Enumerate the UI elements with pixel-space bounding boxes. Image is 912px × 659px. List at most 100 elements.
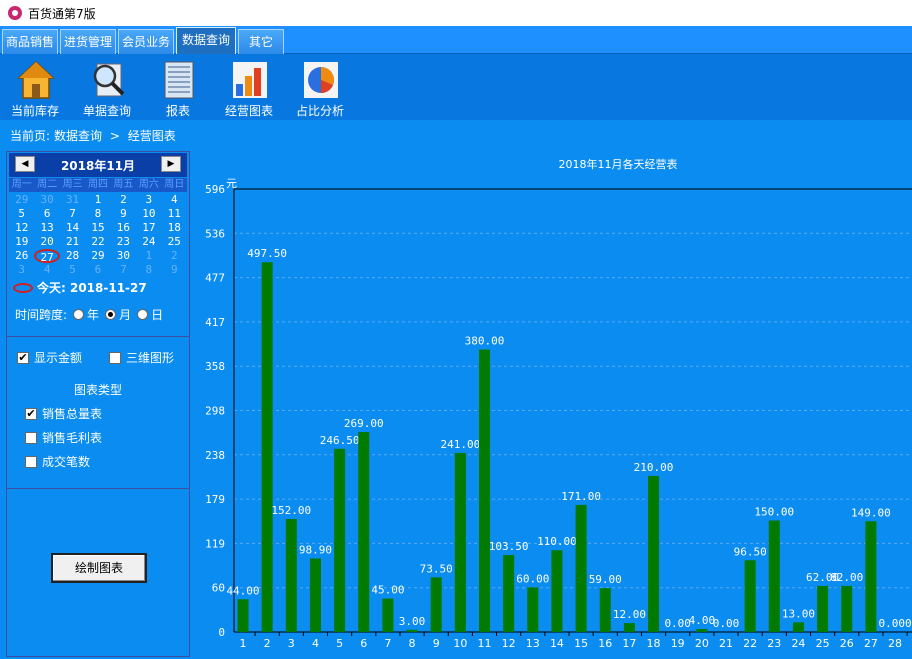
y-axis-unit-label: 元 xyxy=(226,177,237,190)
calendar-day[interactable]: 22 xyxy=(85,235,110,249)
calendar-day-grid: 29 30 31 1 2 3 4 5 6 7 8 9 10 11 12 13 14 15 16 17 18 19 20 21 2… xyxy=(9,193,187,277)
calendar-day[interactable]: 11 xyxy=(162,207,187,221)
calendar-day[interactable]: 24 xyxy=(136,235,161,249)
calendar-day[interactable]: 21 xyxy=(60,235,85,249)
calendar-day[interactable]: 15 xyxy=(85,221,110,235)
calendar-day[interactable]: 5 xyxy=(9,207,34,221)
x-tick-label: 26 xyxy=(840,637,854,650)
draw-chart-button[interactable]: 绘制图表 xyxy=(51,553,147,583)
x-tick-label: 16 xyxy=(598,637,612,650)
tab-data-query[interactable]: 数据查询 xyxy=(176,27,236,54)
calendar-day[interactable]: 2 xyxy=(162,249,187,263)
calendar-day[interactable]: 3 xyxy=(136,193,161,207)
report-icon xyxy=(164,61,194,99)
calendar-day[interactable]: 28 xyxy=(60,249,85,263)
chart-type-sales-total-checkbox[interactable]: ✔ 销售总量表 xyxy=(25,405,102,422)
bar-value-label: 60.00 xyxy=(516,572,549,585)
toolbar-label: 单据查询 xyxy=(82,104,131,118)
x-tick-label: 18 xyxy=(647,637,661,650)
calendar-prev-button[interactable]: ◀ xyxy=(15,156,35,172)
calendar-day[interactable]: 9 xyxy=(162,263,187,277)
magnifier-document-icon xyxy=(93,63,125,97)
bar-value-label: 150.00 xyxy=(754,506,794,519)
chart-bar xyxy=(792,622,804,632)
bar-value-label: 241.00 xyxy=(440,438,480,451)
calendar-day[interactable]: 5 xyxy=(60,263,85,277)
x-tick-label: 11 xyxy=(478,637,492,650)
calendar-day[interactable]: 7 xyxy=(60,207,85,221)
calendar-day[interactable]: 19 xyxy=(9,235,34,249)
calendar-day[interactable]: 23 xyxy=(111,235,136,249)
calendar-day[interactable]: 2 xyxy=(111,193,136,207)
calendar-day[interactable]: 8 xyxy=(85,207,110,221)
chart-bar xyxy=(551,550,563,632)
time-span-year-radio[interactable]: 年 xyxy=(73,306,99,323)
calendar-day[interactable]: 1 xyxy=(85,193,110,207)
x-tick-label: 12 xyxy=(502,637,516,650)
time-span-day-radio[interactable]: 日 xyxy=(137,306,163,323)
calendar-day[interactable]: 29 xyxy=(85,249,110,263)
chart-bar xyxy=(744,560,756,632)
radio-label: 年 xyxy=(87,308,100,322)
toolbar-current-stock-button[interactable]: 当前库存 xyxy=(0,58,70,118)
calendar-day[interactable]: 6 xyxy=(85,263,110,277)
tab-other[interactable]: 其它 xyxy=(238,29,284,54)
calendar-day[interactable]: 14 xyxy=(60,221,85,235)
calendar-day[interactable]: 1 xyxy=(136,249,161,263)
y-tick-label: 0 xyxy=(218,626,225,639)
chart-bar xyxy=(261,262,273,632)
calendar-day[interactable]: 25 xyxy=(162,235,187,249)
tab-purchasing[interactable]: 进货管理 xyxy=(60,29,116,54)
chart-bar xyxy=(648,475,660,632)
chart-type-gross-profit-checkbox[interactable]: 销售毛利表 xyxy=(25,429,102,446)
toolbar-document-query-button[interactable]: 单据查询 xyxy=(72,58,142,118)
checkbox-box: ✔ xyxy=(17,350,29,364)
calendar-day[interactable]: 27 xyxy=(34,249,60,264)
calendar-next-button[interactable]: ▶ xyxy=(161,156,181,172)
time-span-month-radio[interactable]: 月 xyxy=(105,306,131,323)
calendar-day[interactable]: 7 xyxy=(111,263,136,277)
calendar-day[interactable]: 9 xyxy=(111,207,136,221)
three-d-checkbox[interactable]: 三维图形 xyxy=(109,349,174,366)
calendar-day[interactable]: 30 xyxy=(111,249,136,263)
calendar-day[interactable]: 13 xyxy=(34,221,59,235)
calendar-day[interactable]: 8 xyxy=(136,263,161,277)
calendar-day[interactable]: 17 xyxy=(136,221,161,235)
calendar-day[interactable]: 12 xyxy=(9,221,34,235)
calendar-day[interactable]: 10 xyxy=(136,207,161,221)
chart-bar xyxy=(334,448,346,632)
calendar-day[interactable]: 18 xyxy=(162,221,187,235)
calendar-day[interactable]: 3 xyxy=(9,263,34,277)
title-bar: 百货通第7版 xyxy=(0,0,912,26)
tab-sales[interactable]: 商品销售 xyxy=(2,29,58,54)
calendar-day[interactable]: 31 xyxy=(60,193,85,207)
calendar-day[interactable]: 4 xyxy=(34,263,59,277)
bar-value-label: 44.00 xyxy=(226,584,259,597)
x-tick-label: 6 xyxy=(360,637,367,650)
toolbar-report-button[interactable]: 报表 xyxy=(143,58,213,118)
house-icon xyxy=(17,60,55,99)
chart-type-transactions-checkbox[interactable]: 成交笔数 xyxy=(25,453,90,470)
calendar-day[interactable]: 16 xyxy=(111,221,136,235)
calendar-day[interactable]: 6 xyxy=(34,207,59,221)
chart-bar xyxy=(406,629,418,632)
chart-bar xyxy=(309,558,321,632)
show-amount-checkbox[interactable]: ✔ 显示金额 xyxy=(17,349,82,366)
calendar-day[interactable]: 4 xyxy=(162,193,187,207)
breadcrumb-prefix: 当前页: xyxy=(10,129,51,143)
calendar-day[interactable]: 26 xyxy=(9,249,34,263)
x-tick-label: 28 xyxy=(888,637,902,650)
calendar-day[interactable]: 29 xyxy=(9,193,34,207)
calendar-day[interactable]: 20 xyxy=(34,235,59,249)
toolbar-business-chart-button[interactable]: 经营图表 xyxy=(214,58,284,118)
bar-value-label: 0.00 xyxy=(664,617,691,630)
toolbar-ratio-analysis-button[interactable]: 占比分析 xyxy=(285,58,355,118)
calendar-day[interactable]: 30 xyxy=(34,193,59,207)
tab-membership[interactable]: 会员业务 xyxy=(118,29,174,54)
x-tick-label: 17 xyxy=(622,637,636,650)
bar-value-label: 82.00 xyxy=(830,571,863,584)
bar-value-label: 103.50 xyxy=(489,540,529,553)
x-tick-label: 5 xyxy=(336,637,343,650)
chart-bar xyxy=(285,519,297,632)
calendar-today[interactable]: 今天: 2018-11-27 xyxy=(13,279,147,296)
